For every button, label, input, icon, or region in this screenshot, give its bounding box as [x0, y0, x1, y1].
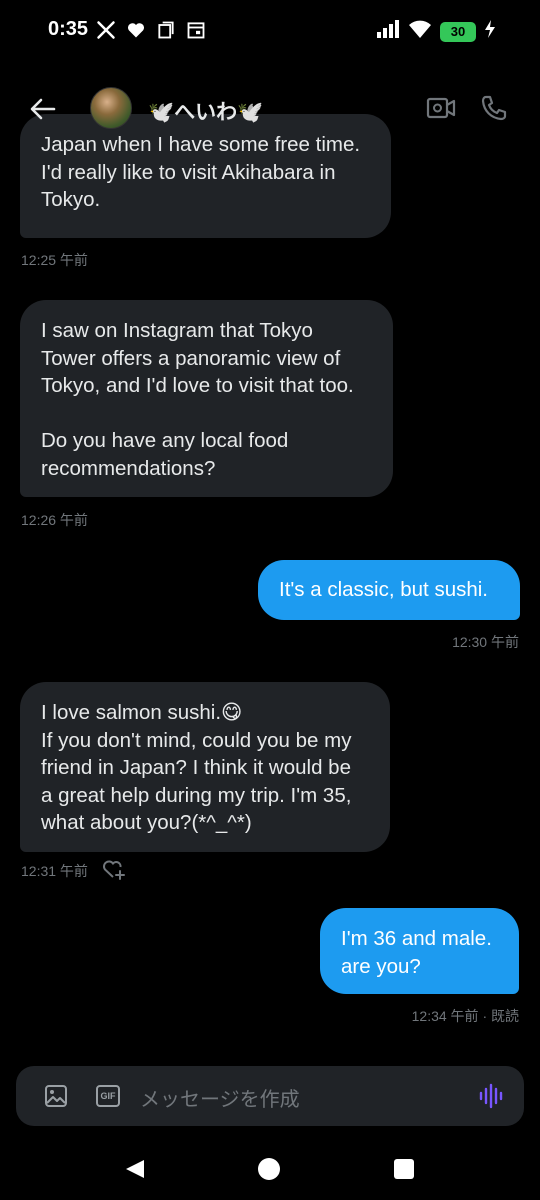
message-line: I'm 36 and male. [341, 927, 492, 950]
avatar[interactable] [90, 87, 132, 129]
wifi-icon [408, 19, 432, 44]
message-timestamp: 12:25 午前 [21, 252, 88, 268]
status-system-icons: 30 [376, 19, 496, 44]
signal-icon [376, 19, 400, 44]
message-line: a great help during my trip. I'm 35, [41, 783, 352, 807]
calendar-icon [186, 20, 206, 45]
conversation-header: 🕊️へいわ🕊️ [0, 78, 540, 142]
message-timestamp: 12:34 午前 · 既読 [411, 1008, 519, 1024]
message-line: are you? [341, 954, 421, 978]
message-line: recommendations? [41, 456, 216, 480]
system-navigation-bar [0, 1140, 540, 1200]
video-call-button[interactable] [426, 95, 456, 126]
phone-icon [481, 95, 507, 121]
message-line: Tokyo, and I'd love to visit that too. [41, 374, 354, 397]
battery-level: 30 [450, 24, 466, 39]
status-bar: 0:35 30 [0, 0, 540, 62]
message-bubble-incoming[interactable]: I saw on Instagram that Tokyo Tower offe… [20, 300, 393, 497]
gif-button[interactable]: GIF [96, 1085, 120, 1107]
message-line: I love salmon sushi.😋 [41, 701, 243, 724]
heart-plus-icon [103, 860, 125, 880]
message-input[interactable]: メッセージを作成 [140, 1083, 300, 1112]
charging-icon [484, 19, 496, 44]
message-bubble-outgoing[interactable]: It's a classic, but sushi. [258, 560, 520, 620]
nav-home-button[interactable] [258, 1158, 280, 1180]
message-timestamp: 12:31 午前 [21, 863, 88, 879]
message-line: If you don't mind, could you be my [41, 728, 352, 752]
add-image-button[interactable] [44, 1084, 68, 1113]
message-timestamp: 12:30 午前 [452, 634, 519, 650]
message-bubble-outgoing[interactable]: I'm 36 and male. are you? [320, 908, 519, 994]
message-composer: GIF メッセージを作成 [16, 1066, 524, 1126]
heart-icon [126, 20, 146, 45]
message-line: what about you?(*^_^*) [41, 811, 252, 834]
back-arrow-icon [30, 98, 56, 120]
video-call-icon [426, 97, 456, 119]
copy-icon [156, 20, 176, 45]
voice-waveform-icon [479, 1083, 503, 1109]
x-logo-icon [96, 20, 116, 45]
status-notification-icons [96, 20, 206, 45]
message-line-break [41, 400, 373, 428]
message-line: I'd really like to visit Akihabara in [41, 160, 336, 184]
back-button[interactable] [28, 94, 58, 124]
add-reaction-button[interactable] [102, 858, 126, 885]
nav-back-button[interactable] [124, 1158, 146, 1185]
message-line: friend in Japan? I think it would be [41, 756, 351, 779]
triangle-back-icon [126, 1160, 144, 1178]
message-line: It's a classic, but sushi. [279, 578, 488, 601]
status-time: 0:35 [48, 18, 89, 40]
message-line: Tower offers a panoramic view of [41, 346, 341, 370]
message-timestamp: 12:26 午前 [21, 512, 88, 528]
voice-message-button[interactable] [478, 1083, 504, 1114]
message-line: I saw on Instagram that Tokyo [41, 319, 313, 342]
message-bubble-incoming[interactable]: I love salmon sushi.😋 If you don't mind,… [20, 682, 390, 852]
contact-name[interactable]: 🕊️へいわ🕊️ [148, 96, 263, 126]
battery-icon: 30 [440, 21, 476, 42]
message-line: Tokyo. [41, 188, 101, 211]
phone-call-button[interactable] [480, 94, 508, 127]
image-icon [45, 1085, 67, 1107]
message-line: Do you have any local food [41, 429, 289, 452]
nav-recents-button[interactable] [394, 1159, 414, 1179]
